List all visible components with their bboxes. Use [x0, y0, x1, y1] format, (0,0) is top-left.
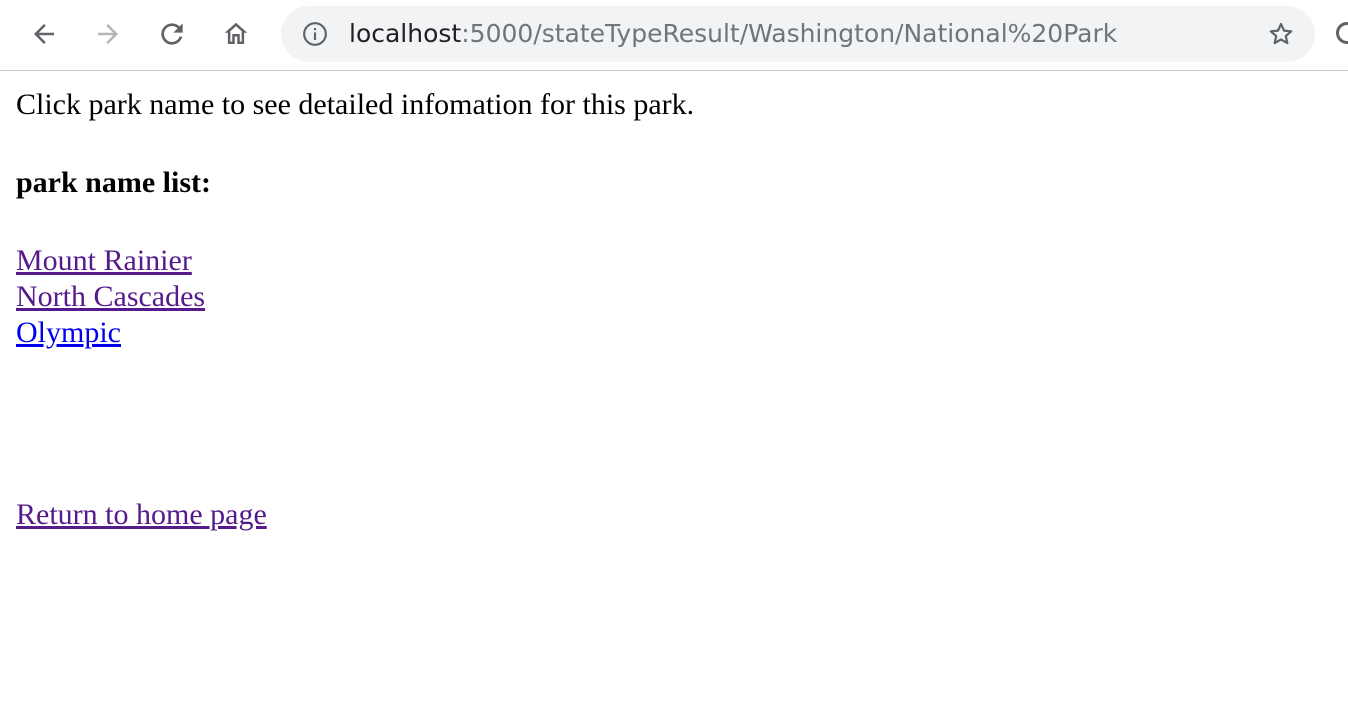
forward-button[interactable] — [89, 15, 127, 53]
home-icon — [224, 22, 248, 44]
park-link-north-cascades[interactable]: North Cascades — [16, 280, 205, 313]
url-host: localhost — [349, 19, 462, 48]
star-icon[interactable] — [1267, 20, 1295, 48]
info-icon[interactable] — [302, 21, 328, 47]
list-item: Olympic — [16, 315, 205, 351]
park-link-olympic[interactable]: Olympic — [16, 316, 121, 349]
reload-button[interactable] — [153, 15, 191, 53]
intro-text: Click park name to see detailed infomati… — [16, 88, 695, 121]
address-bar[interactable]: localhost:5000/stateTypeResult/Washingto… — [281, 6, 1315, 62]
profile-icon[interactable] — [1336, 22, 1348, 44]
url-text[interactable]: localhost:5000/stateTypeResult/Washingto… — [349, 6, 1117, 62]
park-list: Mount Rainier North Cascades Olympic — [16, 243, 205, 351]
park-link-mount-rainier[interactable]: Mount Rainier — [16, 244, 192, 277]
forward-arrow-icon — [98, 24, 118, 44]
return-home-container: Return to home page — [16, 496, 267, 534]
url-path: :5000/stateTypeResult/Washington/Nationa… — [461, 19, 1118, 48]
list-item: North Cascades — [16, 279, 205, 315]
browser-toolbar: localhost:5000/stateTypeResult/Washingto… — [0, 0, 1348, 71]
home-button[interactable] — [217, 15, 255, 53]
park-list-heading: park name list: — [16, 166, 211, 199]
back-button[interactable] — [25, 15, 63, 53]
list-item: Mount Rainier — [16, 243, 205, 279]
back-arrow-icon — [34, 24, 54, 44]
reload-icon — [161, 23, 183, 45]
return-home-link[interactable]: Return to home page — [16, 498, 267, 531]
